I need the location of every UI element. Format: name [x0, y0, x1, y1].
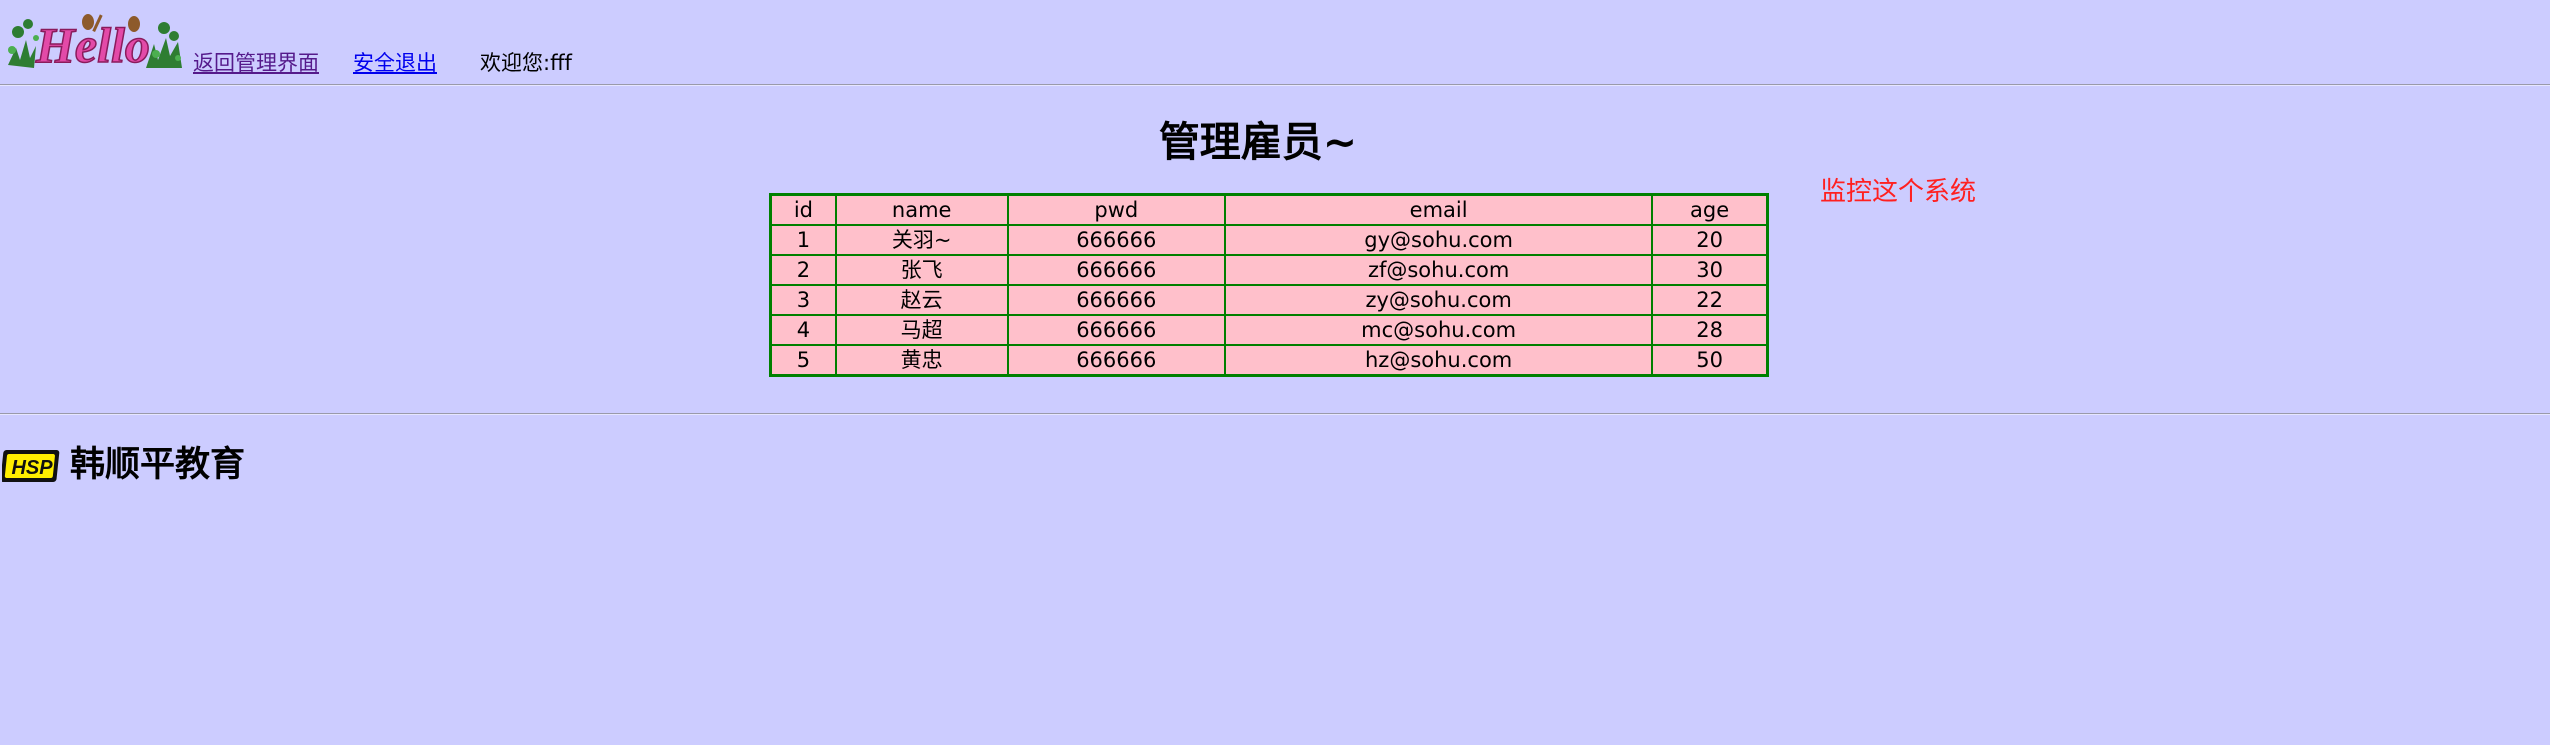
- table-header-row: id name pwd email age: [771, 195, 1767, 225]
- hsp-logo-text: HSP: [11, 457, 53, 479]
- column-header-id: id: [771, 195, 836, 225]
- column-header-name: name: [835, 195, 1008, 225]
- monitor-system-link[interactable]: 监控这个系统: [1820, 174, 1976, 210]
- cell-email: mc@sohu.com: [1225, 315, 1653, 345]
- cell-email: zy@sohu.com: [1225, 285, 1653, 315]
- cell-id: 2: [771, 255, 836, 285]
- table-row: 2 张飞 666666 zf@sohu.com 30: [771, 255, 1767, 285]
- table-row: 5 黄忠 666666 hz@sohu.com 50: [771, 345, 1767, 375]
- cell-pwd: 666666: [1007, 225, 1226, 255]
- cell-age: 30: [1652, 255, 1767, 285]
- page-title: 管理雇员~: [1158, 118, 1358, 166]
- cell-age: 22: [1652, 285, 1767, 315]
- page-header: Hello 返回管理界面 安全退出 欢迎您:fff: [0, 0, 2550, 84]
- cell-pwd: 666666: [1007, 255, 1226, 285]
- cell-id: 4: [771, 315, 836, 345]
- hello-logo-image: Hello: [8, 14, 182, 72]
- cell-age: 28: [1652, 315, 1767, 345]
- hsp-logo-image: HSP: [2, 450, 60, 482]
- cell-email: zf@sohu.com: [1225, 255, 1653, 285]
- table-row: 4 马超 666666 mc@sohu.com 28: [771, 315, 1767, 345]
- welcome-text: 欢迎您:fff: [480, 51, 572, 75]
- cell-id: 5: [771, 345, 836, 375]
- brand-name: 韩顺平教育: [70, 445, 246, 485]
- cell-email: hz@sohu.com: [1225, 345, 1653, 375]
- cell-age: 20: [1652, 225, 1767, 255]
- cell-name: 黄忠: [835, 345, 1008, 375]
- header-divider: [0, 84, 2550, 86]
- cell-name: 赵云: [835, 285, 1008, 315]
- cell-name: 张飞: [835, 255, 1008, 285]
- cell-age: 50: [1652, 345, 1767, 375]
- column-header-email: email: [1225, 195, 1653, 225]
- back-to-admin-link[interactable]: 返回管理界面: [193, 50, 319, 76]
- cell-pwd: 666666: [1007, 285, 1226, 315]
- cell-id: 3: [771, 285, 836, 315]
- table-row: 3 赵云 666666 zy@sohu.com 22: [771, 285, 1767, 315]
- table-row: 1 关羽~ 666666 gy@sohu.com 20: [771, 225, 1767, 255]
- column-header-age: age: [1652, 195, 1767, 225]
- hello-logo-text: Hello: [35, 17, 150, 72]
- cell-email: gy@sohu.com: [1225, 225, 1653, 255]
- employee-table: id name pwd email age 1 关羽~ 666666 gy@so…: [769, 193, 1769, 377]
- cell-name: 马超: [835, 315, 1008, 345]
- cell-pwd: 666666: [1007, 315, 1226, 345]
- logout-link[interactable]: 安全退出: [353, 50, 437, 76]
- cell-id: 1: [771, 225, 836, 255]
- footer-divider: [0, 413, 2550, 415]
- cell-pwd: 666666: [1007, 345, 1226, 375]
- column-header-pwd: pwd: [1007, 195, 1226, 225]
- cell-name: 关羽~: [835, 225, 1008, 255]
